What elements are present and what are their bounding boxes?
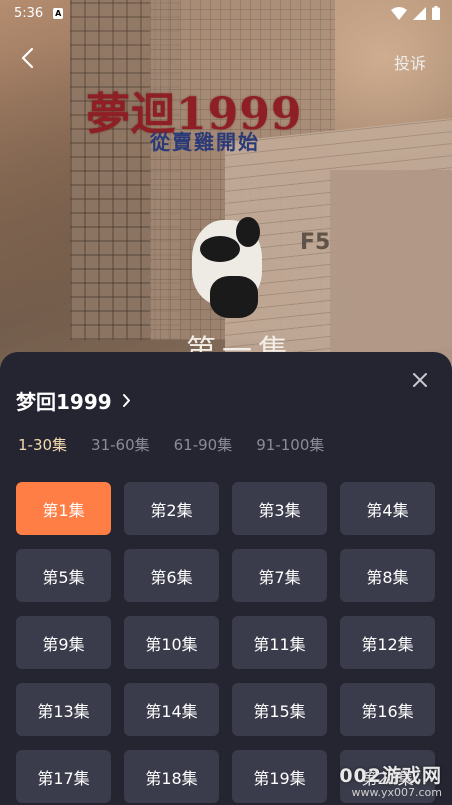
episode-grid: 第1集 第2集 第3集 第4集 第5集 第6集 第7集 第8集 第9集 第10集… <box>16 482 435 803</box>
building-far-right <box>330 170 452 370</box>
notification-a-icon: A <box>53 7 64 19</box>
episode-button[interactable]: 第18集 <box>124 750 219 803</box>
episode-button[interactable]: 第3集 <box>232 482 327 535</box>
episode-button[interactable]: 第1集 <box>16 482 111 535</box>
episode-button[interactable]: 第12集 <box>340 616 435 669</box>
watermark-url: www.yx007.com <box>351 786 442 799</box>
range-tab-1-30[interactable]: 1-30集 <box>18 434 67 455</box>
panda-ear <box>236 217 260 247</box>
episode-button[interactable]: 第7集 <box>232 549 327 602</box>
panda-leg <box>200 236 240 262</box>
episode-button[interactable]: 第4集 <box>340 482 435 535</box>
episode-button[interactable]: 第14集 <box>124 683 219 736</box>
battery-icon <box>432 6 440 20</box>
video-subtitle-overlay: 從賣雞開始 <box>150 130 260 154</box>
close-button[interactable] <box>410 370 430 390</box>
range-tabs: 1-30集 31-60集 61-90集 91-100集 <box>18 434 324 455</box>
episode-button[interactable]: 第11集 <box>232 616 327 669</box>
signal-icon <box>413 6 426 20</box>
episode-button[interactable]: 第6集 <box>124 549 219 602</box>
watermark: 002游戏网 www.yx007.com <box>339 761 442 799</box>
episode-button[interactable]: 第8集 <box>340 549 435 602</box>
episode-button[interactable]: 第13集 <box>16 683 111 736</box>
chevron-left-icon <box>20 47 34 73</box>
episode-button[interactable]: 第19集 <box>232 750 327 803</box>
wifi-icon <box>391 6 407 20</box>
episode-button[interactable]: 第10集 <box>124 616 219 669</box>
video-player[interactable]: 夢迴1999 從賣雞開始 F5 第一集 <box>0 0 452 380</box>
series-title: 梦回1999 <box>16 390 112 414</box>
chevron-right-icon <box>122 393 131 408</box>
series-title-link[interactable]: 梦回1999 <box>16 386 131 415</box>
status-indicators <box>391 6 440 20</box>
episode-button[interactable]: 第17集 <box>16 750 111 803</box>
range-tab-91-100[interactable]: 91-100集 <box>256 434 324 455</box>
range-tab-61-90[interactable]: 61-90集 <box>174 434 233 455</box>
episode-button[interactable]: 第15集 <box>232 683 327 736</box>
back-button[interactable] <box>12 44 42 76</box>
episode-button[interactable]: 第16集 <box>340 683 435 736</box>
episode-button[interactable]: 第2集 <box>124 482 219 535</box>
panda-arm <box>210 276 258 318</box>
episode-button[interactable]: 第9集 <box>16 616 111 669</box>
range-tab-31-60[interactable]: 31-60集 <box>91 434 150 455</box>
watermark-title: 002游戏网 <box>339 765 442 787</box>
close-icon <box>410 373 430 394</box>
status-time: 5:36 <box>14 5 44 21</box>
episode-button[interactable]: 第5集 <box>16 549 111 602</box>
episode-sheet: 梦回1999 1-30集 31-60集 61-90集 91-100集 第1集 第… <box>0 352 452 805</box>
report-button[interactable]: 投诉 <box>394 50 426 74</box>
status-bar: 5:36 A <box>0 0 452 26</box>
building-sign: F5 <box>300 230 331 255</box>
